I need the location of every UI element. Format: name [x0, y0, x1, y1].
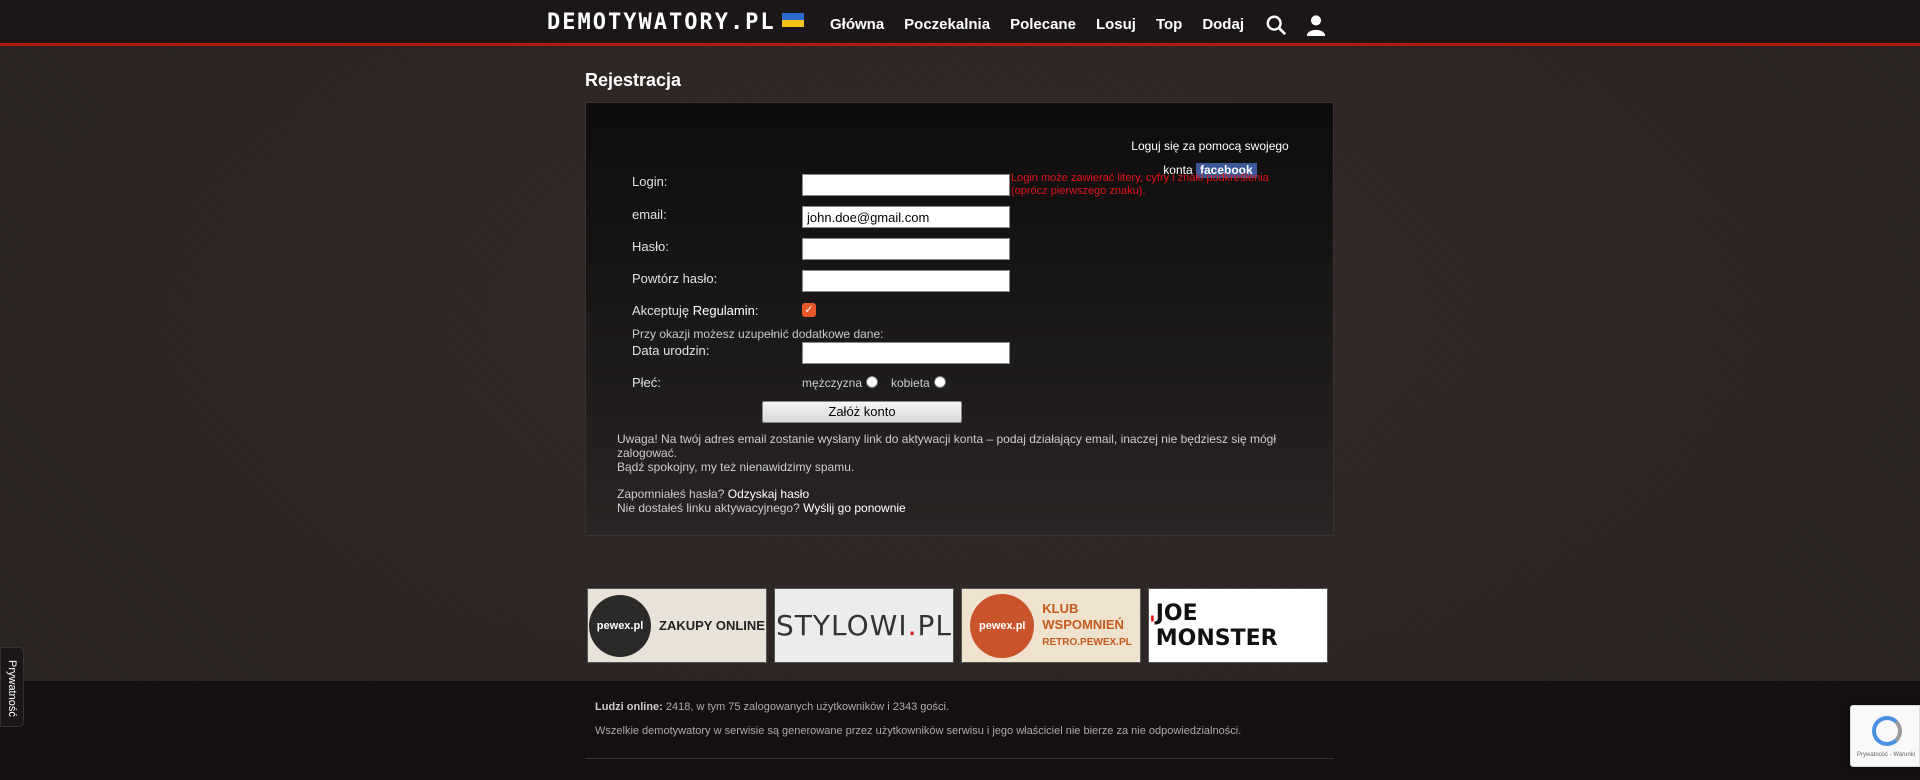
klub-line-3: RETRO.PEWEX.PL	[1042, 636, 1132, 648]
forgot-prefix: Zapomniałeś hasła?	[617, 487, 725, 501]
birthdate-field[interactable]	[802, 342, 1010, 364]
terms-link[interactable]: Regulamin	[693, 303, 755, 318]
privacy-tab[interactable]: Prywatność	[0, 647, 24, 727]
password-repeat-label: Powtórz hasło:	[632, 271, 718, 286]
page-title: Rejestracja	[585, 70, 682, 90]
banner-pewex[interactable]: pewex.pl ZAKUPY ONLINE	[587, 588, 767, 663]
gender-male-label: mężczyzna	[802, 376, 863, 390]
gender-female-label: kobieta	[891, 376, 930, 390]
password-repeat-field[interactable]	[802, 270, 1010, 292]
site-logo[interactable]: DEMOTYWATORY.PL	[547, 10, 804, 40]
login-hint: Login może zawierać litery, cyfry i znak…	[1011, 172, 1269, 197]
password-label: Hasło:	[632, 239, 669, 254]
terms-label: Akceptuję Regulamin:	[632, 303, 759, 318]
terms-prefix: Akceptuję	[632, 303, 690, 318]
online-users: Ludzi online: 2418, w tym 75 zalogowanyc…	[595, 701, 949, 713]
extra-info-text: Przy okazji możesz uzupełnić dodatkowe d…	[632, 327, 884, 341]
footer-divider	[585, 758, 1334, 759]
activation-warning: Uwaga! Na twój adres email zostanie wysł…	[617, 432, 1276, 460]
stylowi-suffix: PL	[917, 609, 952, 642]
email-label: email:	[632, 207, 667, 222]
birthdate-label: Data urodzin:	[632, 343, 710, 358]
gender-male-radio[interactable]	[866, 376, 878, 388]
pewex-text: ZAKUPY ONLINE	[659, 618, 765, 633]
ukraine-flag-icon	[781, 13, 804, 27]
no-spam-note: Bądź spokojny, my też nienawidzimy spamu…	[617, 460, 855, 474]
main-nav: Główna Poczekalnia Polecane Losuj Top Do…	[830, 16, 1264, 33]
joe-mark: '	[1149, 613, 1156, 638]
terms-checkbox[interactable]: ✓	[802, 303, 816, 317]
activation-notice: Uwaga! Na twój adres email zostanie wysł…	[617, 432, 1307, 474]
nav-item-poczekalnia[interactable]: Poczekalnia	[904, 16, 990, 33]
online-count: 2418, w tym 75 zalogowanych użytkowników…	[665, 701, 949, 713]
klub-line-1: KLUB	[1042, 600, 1079, 616]
nav-item-polecane[interactable]: Polecane	[1010, 16, 1076, 33]
stylowi-dot: .	[907, 609, 918, 642]
gender-female-radio[interactable]	[934, 376, 946, 388]
disclaimer: Wszelkie demotywatory w serwisie są gene…	[595, 725, 1242, 737]
logo-text: DEMOTYWATORY.PL	[547, 10, 776, 35]
recover-password-link[interactable]: Odzyskaj hasło	[728, 487, 809, 501]
recaptcha-badge[interactable]: Prywatność - Warunki	[1850, 705, 1920, 767]
email-field[interactable]	[802, 206, 1010, 228]
nav-item-losuj[interactable]: Losuj	[1096, 16, 1136, 33]
gender-label: Płeć:	[632, 375, 661, 390]
search-icon[interactable]	[1265, 14, 1287, 36]
pewex-logo: pewex.pl	[589, 594, 652, 657]
facebook-login-text: Loguj się za pomocą swojego	[1131, 139, 1289, 153]
klub-logo: pewex.pl	[970, 593, 1035, 658]
top-navigation-bar: DEMOTYWATORY.PL Główna Poczekalnia Polec…	[0, 0, 1920, 46]
klub-line-2: WSPOMNIEŃ	[1042, 616, 1124, 632]
login-label: Login:	[632, 174, 668, 189]
footer: Ludzi online: 2418, w tym 75 zalogowanyc…	[0, 681, 1920, 780]
banner-klub-wspomnien[interactable]: pewex.pl KLUB WSPOMNIEŃ RETRO.PEWEX.PL	[961, 588, 1141, 663]
banner-stylowi[interactable]: STYLOWI. PL	[774, 588, 954, 663]
login-field[interactable]	[802, 174, 1010, 196]
online-label: Ludzi online:	[595, 701, 663, 713]
nav-item-top[interactable]: Top	[1156, 16, 1182, 33]
privacy-label: Prywatność	[6, 660, 18, 717]
nav-item-dodaj[interactable]: Dodaj	[1202, 16, 1244, 33]
klub-text: KLUB WSPOMNIEŃ RETRO.PEWEX.PL	[1042, 601, 1131, 651]
terms-suffix: :	[754, 303, 759, 318]
resend-activation-link[interactable]: Wyślij go ponownie	[803, 501, 906, 515]
recaptcha-text: Prywatność - Warunki	[1857, 752, 1916, 758]
account-help: Zapomniałeś hasła? Odzyskaj hasło Nie do…	[617, 487, 1307, 515]
password-field[interactable]	[802, 238, 1010, 260]
user-icon[interactable]	[1305, 14, 1327, 36]
recaptcha-icon	[1872, 716, 1902, 746]
banner-joe-monster[interactable]: ' JOE MONSTER	[1148, 588, 1328, 663]
resend-prefix: Nie dostałeś linku aktywacyjnego?	[617, 501, 800, 515]
nav-item-glowna[interactable]: Główna	[830, 16, 884, 33]
create-account-button[interactable]: Załóż konto	[762, 401, 962, 423]
stylowi-text: STYLOWI	[776, 609, 908, 642]
partner-banners: pewex.pl ZAKUPY ONLINE STYLOWI. PL pewex.…	[587, 588, 1328, 663]
joe-text: JOE MONSTER	[1155, 600, 1278, 651]
